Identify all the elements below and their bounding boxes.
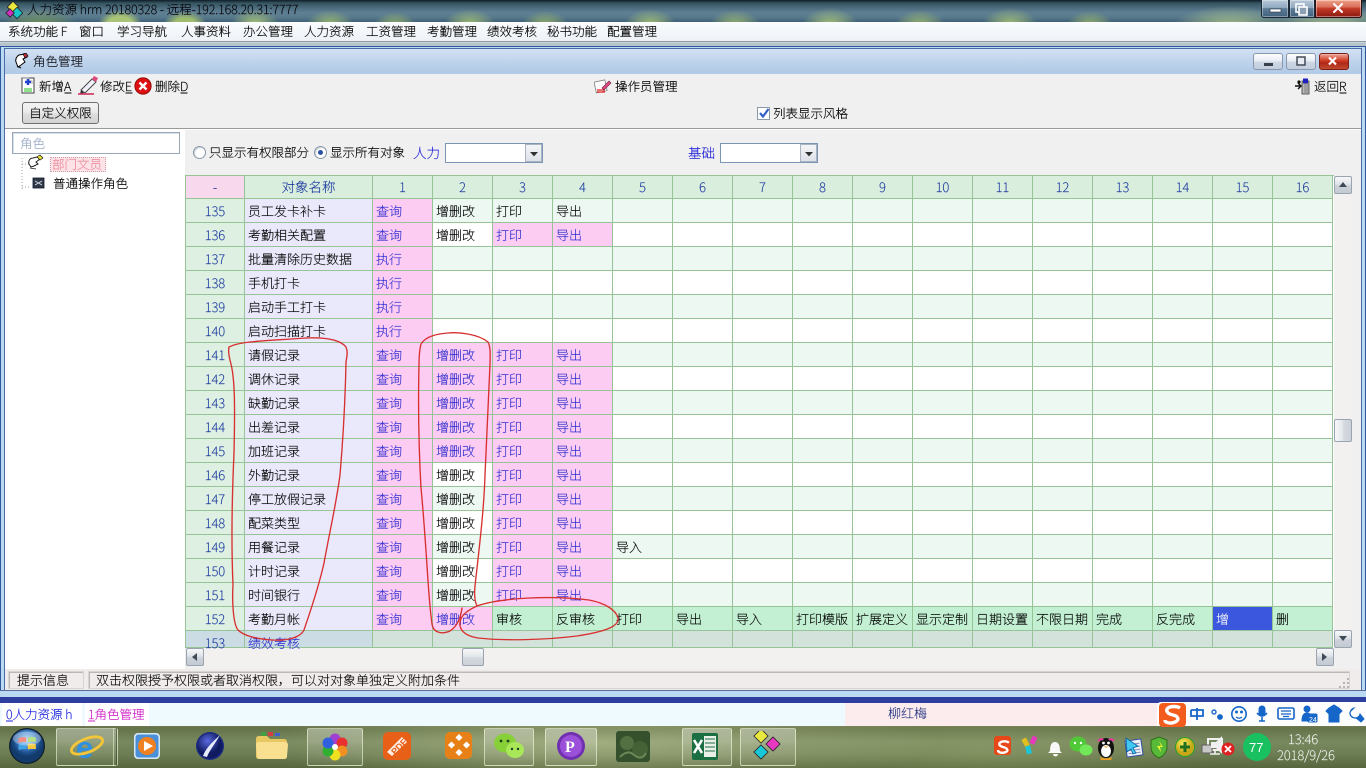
svg-text:77: 77: [1249, 740, 1263, 755]
svg-text:P: P: [565, 739, 575, 756]
svg-text:24: 24: [1309, 717, 1317, 724]
